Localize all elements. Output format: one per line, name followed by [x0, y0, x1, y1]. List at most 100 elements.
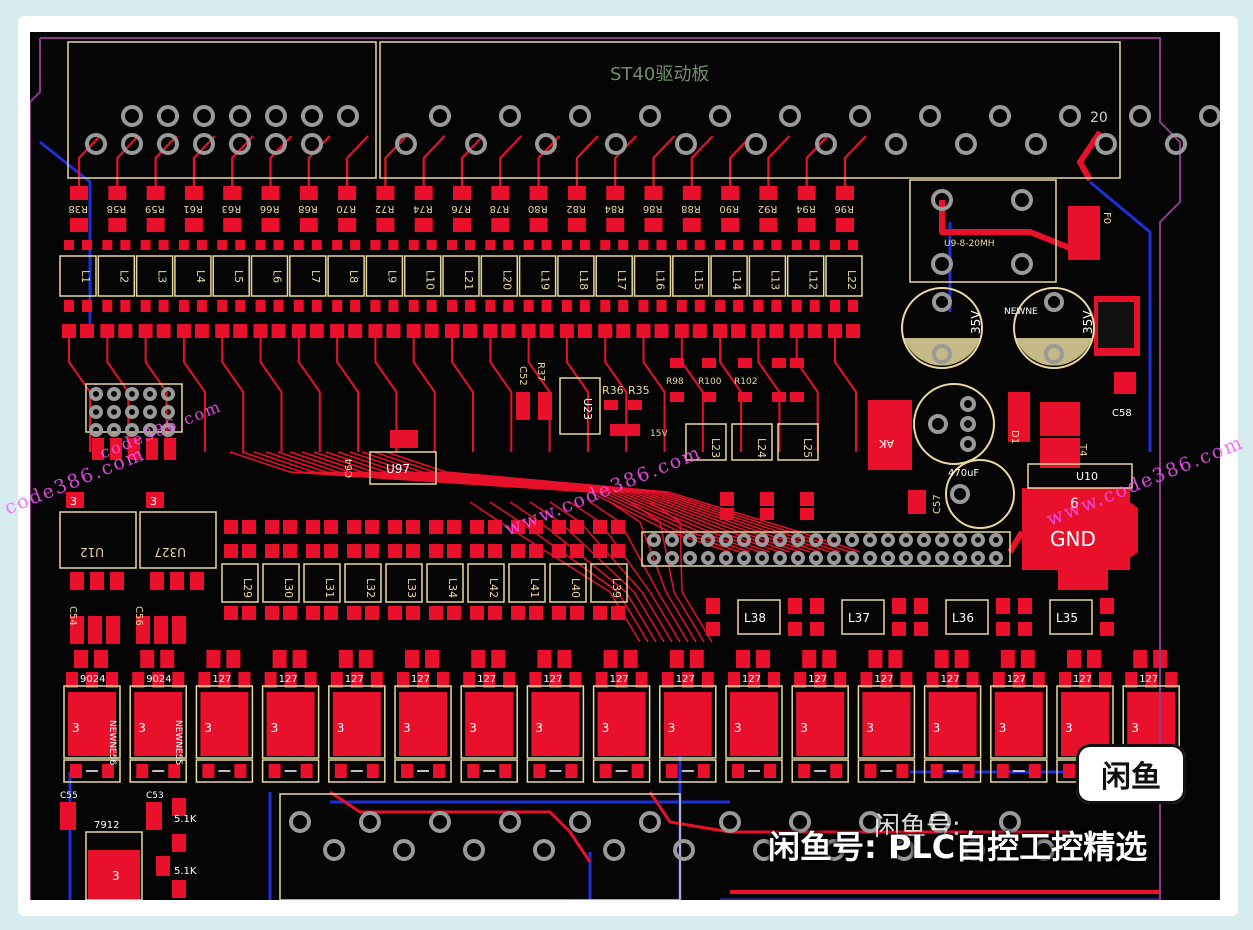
inductor-label: L6: [271, 270, 284, 283]
capacitor-voltage-label: 35V: [1081, 310, 1095, 334]
copper-pad: [445, 324, 459, 338]
regulator-pad-number: 3: [469, 721, 477, 735]
regulator-pad-number: 3: [800, 721, 808, 735]
regulator-pad-number: 3: [337, 721, 345, 735]
copper-pad: [365, 520, 379, 534]
copper-pad: [868, 650, 883, 668]
inductor-label: L1: [79, 270, 92, 283]
resistor-pad: [414, 186, 433, 200]
resistor-pad: [759, 186, 778, 200]
copper-pad: [537, 650, 552, 668]
copper-pad: [892, 622, 906, 636]
resistor-pad: [261, 186, 280, 200]
regulator-label: 127: [742, 674, 761, 685]
copper-pad: [334, 764, 347, 778]
copper-pad: [168, 764, 181, 778]
copper-pad: [102, 764, 114, 778]
cap-label: C56: [133, 606, 144, 626]
copper-pad: [110, 572, 124, 590]
copper-pad: [156, 324, 171, 338]
regulator-label: 9024: [146, 674, 171, 685]
resistor-pad: [491, 186, 510, 200]
label: T4: [1077, 443, 1088, 456]
copper-pad: [772, 392, 786, 402]
inductor-label: L39: [610, 578, 623, 598]
copper-pad: [292, 650, 307, 668]
copper-pad: [561, 300, 572, 312]
regulator-label: 127: [543, 674, 562, 685]
copper-pad: [447, 606, 461, 620]
copper-pad: [611, 520, 625, 534]
regulator-pad-number: 3: [72, 721, 80, 735]
copper-pad: [930, 764, 943, 778]
board-title: ST40驱动板: [610, 64, 709, 85]
copper-pad: [830, 300, 840, 312]
resistor-pad: [299, 218, 318, 232]
copper-pad: [388, 300, 399, 312]
copper-pad: [406, 520, 420, 534]
capacitor-voltage-label: 35V: [969, 310, 983, 334]
copper-pad: [311, 240, 322, 250]
cap-label: C54: [67, 606, 78, 626]
regulator-label: 7912: [94, 820, 119, 831]
resistor-pad: [797, 186, 816, 200]
copper-pad: [463, 324, 477, 338]
copper-pad: [447, 544, 461, 558]
regulator-label: 127: [411, 674, 430, 685]
copper-pad: [408, 300, 419, 312]
resistor-pad: [529, 186, 548, 200]
resistor-label: R86: [643, 203, 663, 214]
regulator-pad-number: 3: [204, 721, 212, 735]
copper-pad: [541, 240, 552, 250]
copper-pad: [516, 392, 530, 420]
copper-pad: [467, 764, 480, 778]
copper-pad: [689, 650, 704, 668]
copper-pad: [300, 764, 313, 778]
copper-pad: [807, 324, 822, 338]
regulator-label: 127: [1007, 674, 1026, 685]
diode-label: AK: [878, 437, 894, 450]
regulator-pad-number: 3: [866, 721, 874, 735]
copper-pad: [756, 650, 770, 668]
copper-pad: [598, 324, 613, 338]
copper-pad: [172, 834, 186, 852]
copper-pad: [190, 572, 204, 590]
copper-pad: [483, 324, 498, 338]
inductor-label: L17: [615, 270, 628, 290]
inductor-label: L30: [282, 578, 295, 598]
copper-pad: [82, 240, 92, 250]
copper-pad: [350, 240, 361, 250]
copper-pad: [485, 300, 496, 312]
copper-pad: [1087, 650, 1101, 668]
copper-pad: [265, 544, 279, 558]
copper-pad: [64, 300, 74, 312]
badge-text: 闲鱼: [1101, 760, 1161, 795]
resistor-pad: [836, 186, 854, 200]
resistor-pad: [376, 218, 395, 232]
copper-pad: [788, 598, 802, 614]
copper-pad: [176, 324, 191, 338]
copper-pad: [790, 392, 804, 402]
resistor-label: R94: [796, 203, 816, 214]
copper-pad: [611, 606, 625, 620]
resistor-label: R38: [68, 203, 88, 214]
resistor-label: R61: [183, 203, 203, 214]
copper-pad: [215, 324, 230, 338]
inductor-label: L3: [156, 270, 169, 283]
copper-pad: [511, 606, 525, 620]
resistor-label: R98: [666, 377, 684, 387]
regulator-label: 127: [477, 674, 496, 685]
inductor-label: L13: [768, 270, 781, 290]
copper-pad: [600, 240, 611, 250]
resistor-pad: [70, 186, 88, 200]
copper-pad: [102, 240, 113, 250]
copper-pad: [538, 392, 552, 420]
copper-pad: [370, 240, 381, 250]
copper-pad: [570, 520, 584, 534]
copper-pad: [100, 324, 115, 338]
copper-pad: [226, 650, 241, 668]
regulator-label: 127: [610, 674, 629, 685]
resistor-label: R88: [681, 203, 701, 214]
copper-pad: [291, 324, 306, 338]
pad-number: 3: [150, 495, 157, 508]
